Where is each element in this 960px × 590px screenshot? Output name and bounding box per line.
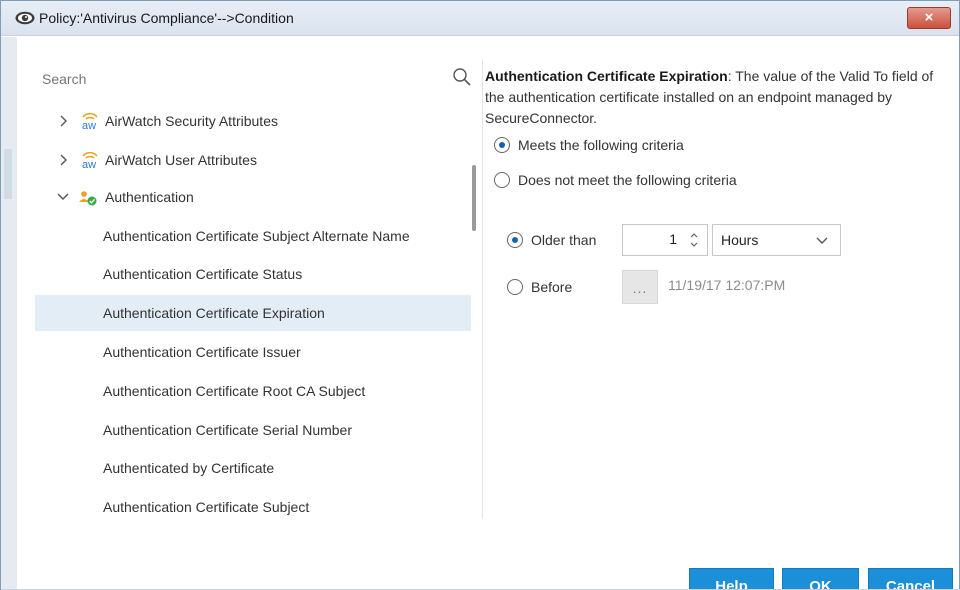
tree-item-cert-issuer[interactable]: Authentication Certificate Issuer: [35, 334, 471, 370]
date-picker-button[interactable]: ...: [622, 270, 658, 304]
ok-button[interactable]: OK: [782, 568, 859, 590]
tree-item-label: Authentication Certificate Issuer: [103, 344, 301, 360]
condition-dialog: Policy:'Antivirus Compliance'-->Conditio…: [0, 0, 960, 590]
time-unit-value: Hours: [721, 232, 759, 248]
tree-item-cert-serial-number[interactable]: Authentication Certificate Serial Number: [35, 412, 471, 448]
description-heading: Authentication Certificate Expiration: [485, 68, 728, 84]
dialog-title: Policy:'Antivirus Compliance'-->Conditio…: [39, 10, 294, 26]
meets-criteria-radio[interactable]: [494, 137, 510, 153]
airwatch-icon: aw: [82, 151, 98, 169]
close-button[interactable]: ×: [907, 7, 951, 29]
panel-divider: [482, 59, 483, 519]
older-than-value-stepper[interactable]: 1: [622, 224, 708, 256]
spinner-arrows-icon[interactable]: [689, 231, 699, 249]
title-bar[interactable]: Policy:'Antivirus Compliance'-->Conditio…: [1, 1, 959, 36]
svg-text:aw: aw: [82, 120, 96, 130]
older-than-value: 1: [669, 231, 677, 247]
help-button[interactable]: Help: [689, 568, 774, 590]
property-description: Authentication Certificate Expiration: T…: [485, 66, 953, 129]
search-input[interactable]: [35, 65, 445, 93]
not-meets-criteria-label: Does not meet the following criteria: [518, 172, 737, 188]
search-icon[interactable]: [452, 67, 472, 87]
tree-item-authentication[interactable]: Authentication: [35, 179, 471, 215]
tree-item-cert-status[interactable]: Authentication Certificate Status: [35, 256, 471, 292]
chevron-down-icon[interactable]: [57, 192, 69, 202]
time-unit-select[interactable]: Hours: [712, 224, 841, 256]
tree-item-cert-expiration[interactable]: Authentication Certificate Expiration: [35, 295, 471, 331]
chevron-down-icon[interactable]: [816, 236, 828, 246]
cancel-button[interactable]: Cancel: [868, 568, 953, 590]
authentication-users-icon: [79, 191, 97, 206]
older-than-radio[interactable]: [507, 232, 523, 248]
meets-criteria-label: Meets the following criteria: [518, 137, 684, 153]
tree-item-cert-subject-alt-name[interactable]: Authentication Certificate Subject Alter…: [35, 218, 471, 254]
left-edge-marker: [4, 149, 12, 199]
tree-scrollbar-thumb[interactable]: [472, 165, 476, 231]
chevron-right-icon[interactable]: [59, 115, 69, 127]
tree-item-cert-subject[interactable]: Authentication Certificate Subject: [35, 489, 471, 525]
tree-item-label: Authentication Certificate Expiration: [103, 305, 325, 321]
airwatch-icon: aw: [82, 112, 98, 130]
tree-item-label: Authentication Certificate Status: [103, 266, 303, 282]
eye-icon: [15, 11, 35, 25]
not-meets-criteria-radio[interactable]: [494, 172, 510, 188]
tree-item-cert-root-ca-subject[interactable]: Authentication Certificate Root CA Subje…: [35, 373, 471, 409]
tree-item-label: Authentication Certificate Subject Alter…: [103, 228, 410, 244]
before-label: Before: [531, 279, 573, 295]
svg-text:aw: aw: [82, 159, 96, 169]
tree-item-airwatch-security[interactable]: aw AirWatch Security Attributes: [35, 103, 471, 139]
chevron-right-icon[interactable]: [59, 154, 69, 166]
tree-item-label: Authentication: [105, 189, 194, 205]
left-edge-strip: [1, 37, 17, 589]
tree-item-label: Authentication Certificate Serial Number: [103, 422, 353, 438]
tree-item-label: AirWatch Security Attributes: [105, 113, 278, 129]
before-date-value: 11/19/17 12:07:PM: [668, 277, 786, 293]
tree-item-label: Authentication Certificate Root CA Subje…: [103, 383, 366, 399]
tree-item-label: Authenticated by Certificate: [103, 460, 275, 476]
tree-item-label: AirWatch User Attributes: [105, 152, 257, 168]
before-radio[interactable]: [507, 279, 523, 295]
tree-item-label: Authentication Certificate Subject: [103, 499, 310, 515]
tree-item-airwatch-user[interactable]: aw AirWatch User Attributes: [35, 142, 471, 178]
older-than-label: Older than: [531, 232, 597, 248]
tree-item-authenticated-by-cert[interactable]: Authenticated by Certificate: [35, 450, 471, 486]
